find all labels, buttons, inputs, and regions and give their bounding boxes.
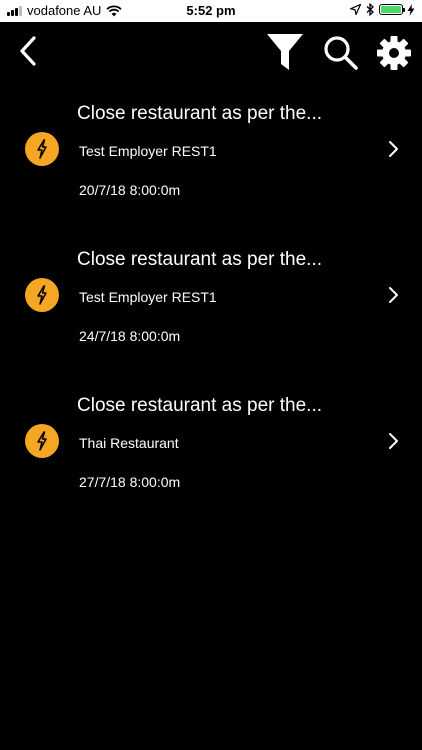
- filter-icon: [267, 34, 303, 70]
- charging-bolt-icon: [407, 3, 415, 16]
- lightning-icon: [25, 132, 59, 166]
- item-title: Close restaurant as per the...: [77, 249, 323, 270]
- bluetooth-icon: [366, 3, 374, 16]
- battery-fill: [381, 6, 401, 13]
- list-item[interactable]: Close restaurant as per the... Thai Rest…: [0, 378, 422, 524]
- gear-icon: [377, 36, 411, 70]
- battery-icon: [379, 4, 405, 15]
- item-employer: Test Employer REST1: [79, 289, 217, 305]
- search-button[interactable]: [322, 34, 360, 72]
- item-date: 20/7/18 8:00:0m: [79, 182, 181, 198]
- item-employer: Test Employer REST1: [79, 143, 217, 159]
- list-item[interactable]: Close restaurant as per the... Test Empl…: [0, 232, 422, 378]
- status-bar-right: [350, 3, 415, 16]
- task-list: Close restaurant as per the... Test Empl…: [0, 86, 422, 524]
- status-bar: vodafone AU 5:52 pm: [0, 0, 422, 22]
- filter-button[interactable]: [264, 30, 306, 74]
- item-title: Close restaurant as per the...: [77, 395, 323, 416]
- chevron-right-icon: [389, 141, 398, 157]
- search-icon: [324, 36, 358, 70]
- item-employer: Thai Restaurant: [79, 435, 179, 451]
- list-item[interactable]: Close restaurant as per the... Test Empl…: [0, 86, 422, 232]
- chevron-left-icon: [20, 36, 36, 66]
- lightning-icon: [25, 278, 59, 312]
- item-date: 27/7/18 8:00:0m: [79, 474, 181, 490]
- item-title: Close restaurant as per the...: [77, 103, 323, 124]
- chevron-right-icon: [389, 287, 398, 303]
- chevron-right-icon: [389, 433, 398, 449]
- item-date: 24/7/18 8:00:0m: [79, 328, 181, 344]
- back-button[interactable]: [14, 31, 44, 71]
- settings-button[interactable]: [375, 34, 413, 72]
- navigation-bar: [0, 22, 422, 86]
- lightning-icon: [25, 424, 59, 458]
- location-arrow-icon: [350, 4, 361, 15]
